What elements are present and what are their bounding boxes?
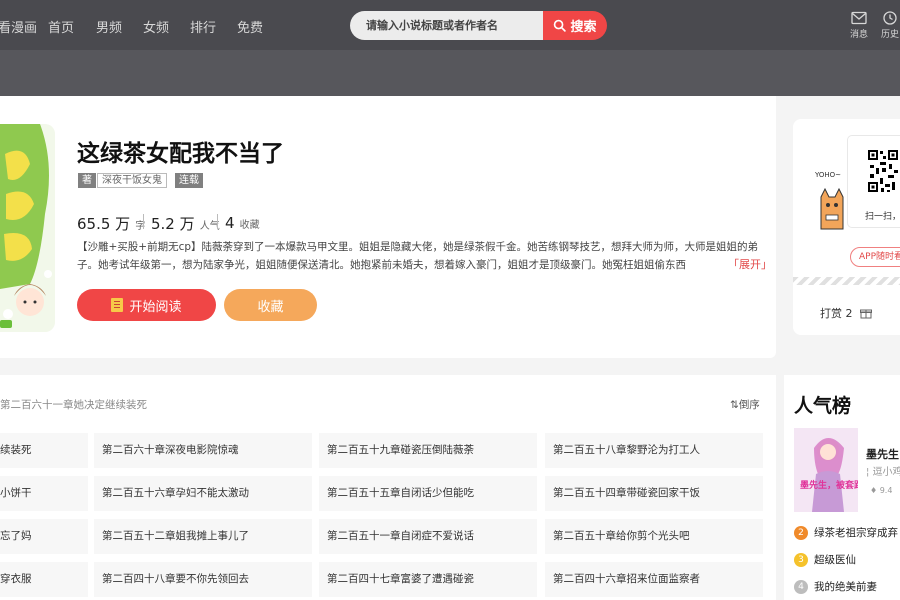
top-book-name[interactable]: 墨先生	[866, 446, 899, 462]
stripe-divider	[793, 277, 900, 285]
nav-male[interactable]: 男频	[96, 17, 122, 36]
chapter-item[interactable]: 第二百六十章深夜电影院惊魂	[94, 433, 312, 468]
cover-art	[0, 124, 55, 332]
rank-number-badge: 4	[794, 580, 808, 594]
chapter-item[interactable]: 第二百四十六章招来位面监察者	[545, 562, 763, 597]
book-info-card: 这绿茶女配我不当了 著 深夜干饭女鬼 连载 65.5 万 字 5.2 万 人气 …	[0, 96, 776, 358]
chapter-item[interactable]: 第二百五十四章带碰瓷回家干饭	[545, 476, 763, 511]
history-button[interactable]: 历史	[878, 11, 900, 40]
chapter-item[interactable]: 续装死	[0, 433, 88, 468]
top-book-score: ♦ 9.4	[870, 486, 893, 495]
start-reading-button[interactable]: 开始阅读	[77, 289, 216, 321]
ranking-title: 人气榜	[794, 395, 852, 417]
top-book-author: ¦ 逗小鸡	[866, 467, 900, 478]
chapter-list: 第二百六十一章她决定继续装死 ⇅倒序 续装死 第二百六十章深夜电影院惊魂 第二百五十…	[0, 375, 776, 600]
messages-button[interactable]: 消息	[847, 11, 871, 40]
ranking-item[interactable]: 2 绿茶老祖宗穿成弃	[794, 525, 898, 540]
stat-divider	[143, 214, 144, 229]
flame-icon: ♦	[870, 486, 880, 495]
chapter-item[interactable]: 第二百五十二章姐我摊上事儿了	[94, 519, 312, 554]
search-button[interactable]: 搜索	[543, 11, 607, 40]
popularity-stat: 5.2 万 人气	[151, 215, 220, 233]
author-name[interactable]: 深夜干饭女鬼	[97, 173, 167, 188]
mascot-icon: YOHO~	[814, 171, 844, 230]
nav-female[interactable]: 女频	[143, 17, 169, 36]
collect-button[interactable]: 收藏	[224, 289, 317, 321]
ranking-item[interactable]: 4 我的绝美前妻	[794, 579, 877, 594]
app-download-panel: YOHO~ 扫一扫， APP随时看 打赏 2	[793, 119, 900, 335]
nav-free[interactable]: 免费	[237, 17, 263, 36]
ranking-item-name: 我的绝美前妻	[814, 581, 877, 593]
top-book-cover[interactable]: 墨先生，被套路的	[794, 428, 858, 512]
chapter-item[interactable]: 忘了妈	[0, 519, 88, 554]
latest-chapter[interactable]: 第二百六十一章她决定继续装死	[0, 397, 147, 412]
nav-home[interactable]: 首页	[48, 17, 74, 36]
chapter-item[interactable]: 第二百五十一章自闭症不爱说话	[319, 519, 537, 554]
stat-divider	[217, 214, 218, 229]
chapter-item[interactable]: 第二百五十六章孕妇不能太激动	[94, 476, 312, 511]
chapter-item[interactable]: 第二百五十九章碰瓷压倒陆薇荼	[319, 433, 537, 468]
search-button-label: 搜索	[570, 20, 597, 35]
collect-label: 收藏	[257, 299, 284, 315]
status-badge: 连载	[175, 173, 203, 188]
sub-banner	[0, 50, 900, 96]
sort-toggle[interactable]: ⇅倒序	[730, 397, 760, 412]
gift-icon	[860, 309, 872, 319]
chapter-item[interactable]: 第二百五十五章自闭话少但能吃	[319, 476, 537, 511]
nav-ranking[interactable]: 排行	[190, 17, 216, 36]
nav-comics[interactable]: 看漫画	[0, 17, 37, 36]
top-nav-bar: 看漫画 首页 男频 女频 排行 免费 搜索 消息 历史	[0, 0, 900, 50]
collect-count-stat: 4 收藏	[225, 214, 260, 232]
popularity-ranking: 人气榜 墨先生，被套路的 墨先生 ¦ 逗小鸡 ♦ 9.4 2 绿茶老祖宗穿成弃 3超…	[784, 375, 900, 600]
tip-label[interactable]: 打赏 2	[820, 305, 872, 321]
word-count-stat: 65.5 万 字	[77, 215, 146, 233]
rank-number-badge: 3	[794, 553, 808, 567]
chapter-item[interactable]: 第二百四十七章富婆了遭遇碰瓷	[319, 562, 537, 597]
messages-label: 消息	[849, 30, 868, 40]
ranking-item[interactable]: 3 超级医仙	[794, 552, 856, 567]
book-cover[interactable]	[0, 124, 55, 332]
app-read-button[interactable]: APP随时看	[850, 247, 900, 267]
history-label: 历史	[880, 30, 899, 40]
search-icon	[554, 19, 567, 32]
qr-code-icon	[868, 148, 898, 198]
chapter-item[interactable]: 穿衣服	[0, 562, 88, 597]
chapter-item[interactable]: 第二百四十八章要不你先领回去	[94, 562, 312, 597]
search-input[interactable]	[350, 11, 530, 40]
sort-icon: ⇅	[730, 399, 739, 411]
start-reading-label: 开始阅读	[129, 299, 182, 315]
search-box	[350, 11, 544, 40]
ranking-item-name: 绿茶老祖宗穿成弃	[814, 527, 898, 539]
clock-icon	[883, 11, 897, 25]
book-icon	[111, 298, 124, 312]
ranking-item-name: 超级医仙	[814, 554, 856, 566]
book-title: 这绿茶女配我不当了	[77, 141, 284, 167]
chapter-item[interactable]: 小饼干	[0, 476, 88, 511]
svg-text:墨先生，被套路的: 墨先生，被套路的	[800, 479, 858, 491]
chapter-item[interactable]: 第二百五十八章黎野沦为打工人	[545, 433, 763, 468]
top-cover-art: 墨先生，被套路的	[794, 428, 858, 512]
expand-link[interactable]: 「展开」	[724, 256, 772, 272]
chapter-item[interactable]: 第二百五十章给你剪个光头吧	[545, 519, 763, 554]
scan-label: 扫一扫，	[865, 212, 900, 222]
mail-icon	[851, 11, 867, 25]
rank-number-badge: 2	[794, 526, 808, 540]
svg-text:YOHO~: YOHO~	[814, 171, 841, 179]
book-description: 【沙雕+买股+前期无cp】陆薇荼穿到了一本爆款马甲文里。姐姐是隐藏大佬，她是绿茶…	[77, 241, 759, 271]
author-role-tag: 著	[78, 173, 96, 188]
